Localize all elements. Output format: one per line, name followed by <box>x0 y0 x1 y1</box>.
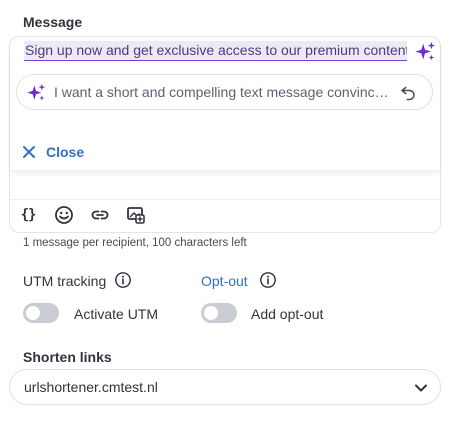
toggle-knob <box>26 306 40 320</box>
toolbar-divider <box>10 199 440 200</box>
shorten-links-label: Shorten links <box>23 349 112 365</box>
sparkle-icon[interactable] <box>414 41 436 63</box>
utm-toggle-label: Activate UTM <box>74 306 159 322</box>
opt-out-link[interactable]: Opt-out <box>201 273 248 289</box>
message-text-input[interactable]: Sign up now and get exclusive access to … <box>24 41 407 61</box>
info-icon[interactable] <box>114 271 132 289</box>
close-icon <box>23 146 35 158</box>
character-counter: 1 message per recipient, 100 characters … <box>23 237 247 249</box>
close-label: Close <box>46 144 85 160</box>
chevron-down-icon <box>415 384 427 392</box>
toggle-knob <box>204 306 218 320</box>
ai-prompt-text: I want a short and compelling text messa… <box>54 84 390 100</box>
undo-icon[interactable] <box>399 83 417 101</box>
ai-prompt-input[interactable]: I want a short and compelling text messa… <box>16 74 433 110</box>
utm-toggle[interactable] <box>23 303 59 323</box>
message-toolbar: {} <box>18 205 146 225</box>
sparkle-icon <box>27 83 46 101</box>
emoji-button[interactable] <box>54 205 74 225</box>
media-button[interactable] <box>126 205 146 225</box>
variables-icon: {} <box>20 207 37 223</box>
utm-tracking-label: UTM tracking <box>23 273 107 289</box>
shorten-links-select[interactable]: urlshortener.cmtest.nl <box>9 369 441 405</box>
variables-button[interactable]: {} <box>18 205 38 225</box>
media-icon <box>127 207 145 224</box>
opt-out-toggle-label: Add opt-out <box>251 306 324 322</box>
message-text: Sign up now and get exclusive access to … <box>25 42 407 58</box>
message-label: Message <box>23 14 83 30</box>
opt-out-toggle[interactable] <box>201 303 237 323</box>
info-icon[interactable] <box>259 271 277 289</box>
link-icon <box>91 210 109 220</box>
message-editor: Sign up now and get exclusive access to … <box>9 36 441 233</box>
close-ai-button[interactable]: Close <box>22 142 84 162</box>
ai-assistant-panel: Sign up now and get exclusive access to … <box>10 37 440 171</box>
emoji-icon <box>55 206 73 224</box>
link-button[interactable] <box>90 205 110 225</box>
shorten-links-value: urlshortener.cmtest.nl <box>24 379 158 395</box>
